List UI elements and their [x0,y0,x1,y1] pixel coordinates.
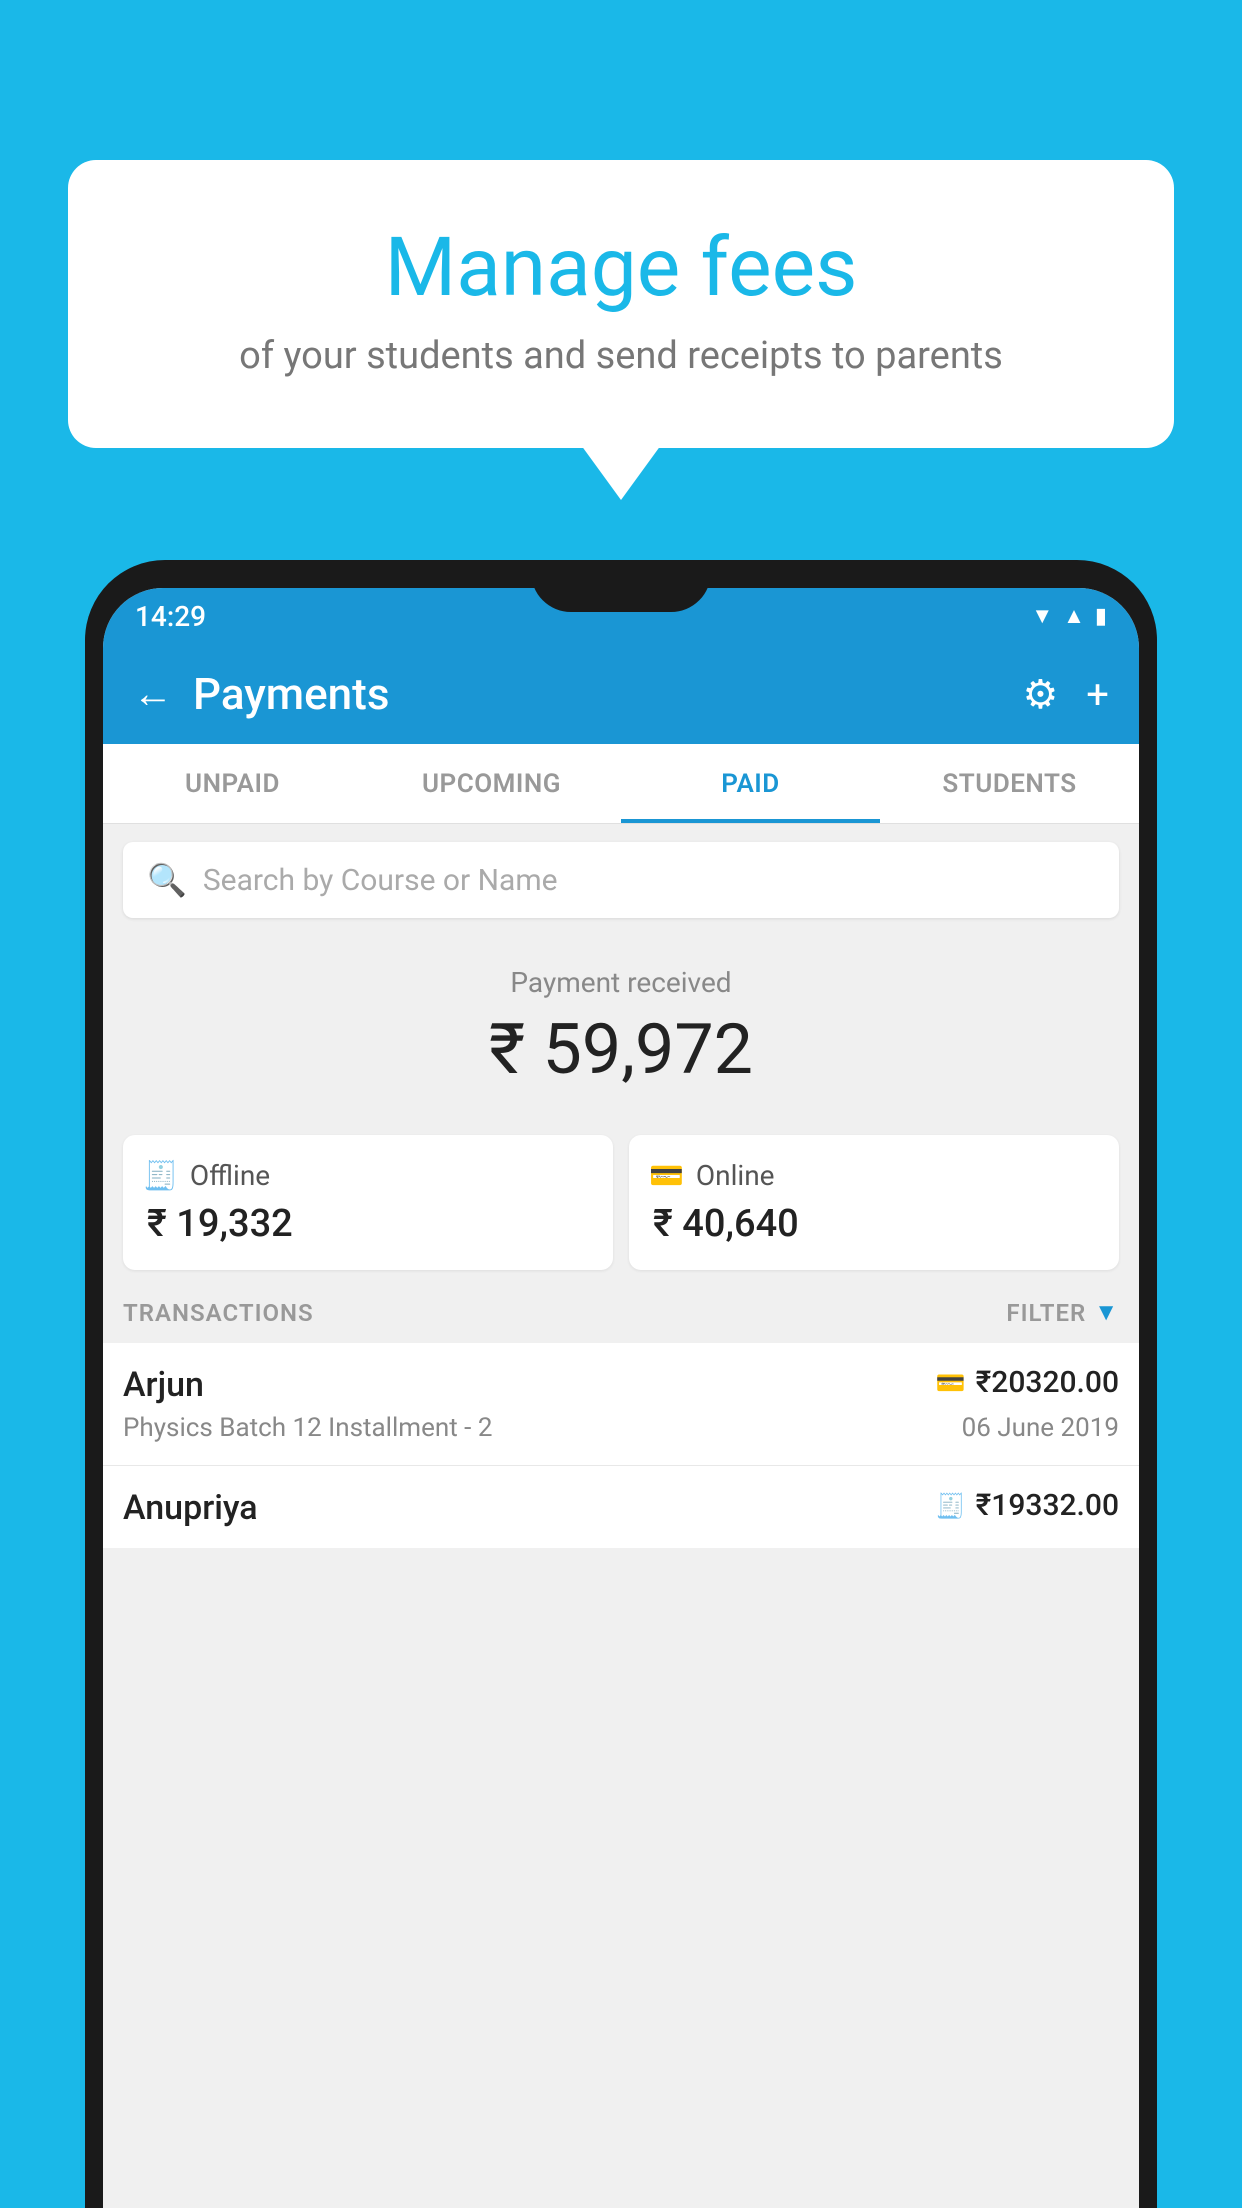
table-row[interactable]: Arjun 💳 ₹20320.00 Physics Batch 12 Insta… [103,1343,1139,1466]
online-card: 💳 Online ₹ 40,640 [629,1135,1119,1270]
transaction-type-icon-2: 🧾 [936,1492,966,1520]
payment-received-amount: ₹ 59,972 [123,1009,1119,1091]
content-area: 🔍 Search by Course or Name Payment recei… [103,842,1139,1548]
transaction-amount-1: ₹20320.00 [976,1365,1119,1400]
offline-amount: ₹ 19,332 [143,1202,293,1246]
payment-received-label: Payment received [123,966,1119,999]
app-bar-right: ⚙ + [1022,671,1109,718]
app-bar-title: Payments [193,668,389,720]
back-button[interactable]: ← [133,674,173,714]
offline-card: 🧾 Offline ₹ 19,332 [123,1135,613,1270]
phone-notch [531,560,711,612]
payment-cards: 🧾 Offline ₹ 19,332 💳 Online ₹ 40,640 [123,1135,1119,1270]
add-button[interactable]: + [1086,671,1109,718]
transaction-name-2: Anupriya [123,1488,258,1528]
transaction-amount-2: ₹19332.00 [976,1488,1119,1523]
phone-screen: 14:29 ▼ ▲ ▮ ← Payments ⚙ + UNPAID UPCOMI… [103,588,1139,2208]
transaction-amount-wrap-2: 🧾 ₹19332.00 [936,1488,1119,1523]
battery-icon: ▮ [1095,604,1107,629]
speech-bubble-title: Manage fees [118,220,1124,316]
tab-students[interactable]: STUDENTS [880,744,1139,823]
offline-label: Offline [190,1159,270,1192]
search-container[interactable]: 🔍 Search by Course or Name [123,842,1119,918]
signal-icon: ▲ [1063,603,1085,629]
transaction-detail-row-1: Physics Batch 12 Installment - 2 06 June… [123,1413,1119,1443]
phone-frame: 14:29 ▼ ▲ ▮ ← Payments ⚙ + UNPAID UPCOMI… [85,560,1157,2208]
filter-label: FILTER [1006,1299,1086,1327]
speech-bubble: Manage fees of your students and send re… [68,160,1174,448]
transaction-type-icon-1: 💳 [936,1369,966,1397]
search-icon: 🔍 [147,861,187,899]
online-icon: 💳 [649,1159,684,1192]
transactions-label: TRANSACTIONS [123,1299,314,1327]
tab-paid[interactable]: PAID [621,744,880,823]
offline-card-header: 🧾 Offline [143,1159,270,1192]
settings-button[interactable]: ⚙ [1022,671,1058,718]
status-time: 14:29 [135,600,206,633]
transaction-date-1: 06 June 2019 [962,1413,1119,1443]
speech-bubble-subtitle: of your students and send receipts to pa… [118,334,1124,378]
online-label: Online [696,1159,775,1192]
table-row[interactable]: Anupriya 🧾 ₹19332.00 [103,1466,1139,1548]
offline-icon: 🧾 [143,1159,178,1192]
transaction-amount-wrap-1: 💳 ₹20320.00 [936,1365,1119,1400]
payment-received-section: Payment received ₹ 59,972 [103,936,1139,1135]
transaction-row-1: Arjun 💳 ₹20320.00 [123,1365,1119,1405]
transaction-course-1: Physics Batch 12 Installment - 2 [123,1413,492,1443]
wifi-icon: ▼ [1031,603,1053,629]
online-amount: ₹ 40,640 [649,1202,799,1246]
transaction-list: Arjun 💳 ₹20320.00 Physics Batch 12 Insta… [103,1343,1139,1548]
tab-bar: UNPAID UPCOMING PAID STUDENTS [103,744,1139,824]
search-input[interactable]: Search by Course or Name [203,863,558,898]
transactions-header: TRANSACTIONS FILTER ▼ [103,1270,1139,1343]
online-card-header: 💳 Online [649,1159,775,1192]
app-bar: ← Payments ⚙ + [103,644,1139,744]
tab-upcoming[interactable]: UPCOMING [362,744,621,823]
filter-icon: ▼ [1094,1298,1119,1327]
tab-unpaid[interactable]: UNPAID [103,744,362,823]
status-icons: ▼ ▲ ▮ [1031,603,1107,629]
transaction-row-2: Anupriya 🧾 ₹19332.00 [123,1488,1119,1528]
app-bar-left: ← Payments [133,668,389,720]
filter-button[interactable]: FILTER ▼ [1006,1298,1119,1327]
transaction-name-1: Arjun [123,1365,204,1405]
